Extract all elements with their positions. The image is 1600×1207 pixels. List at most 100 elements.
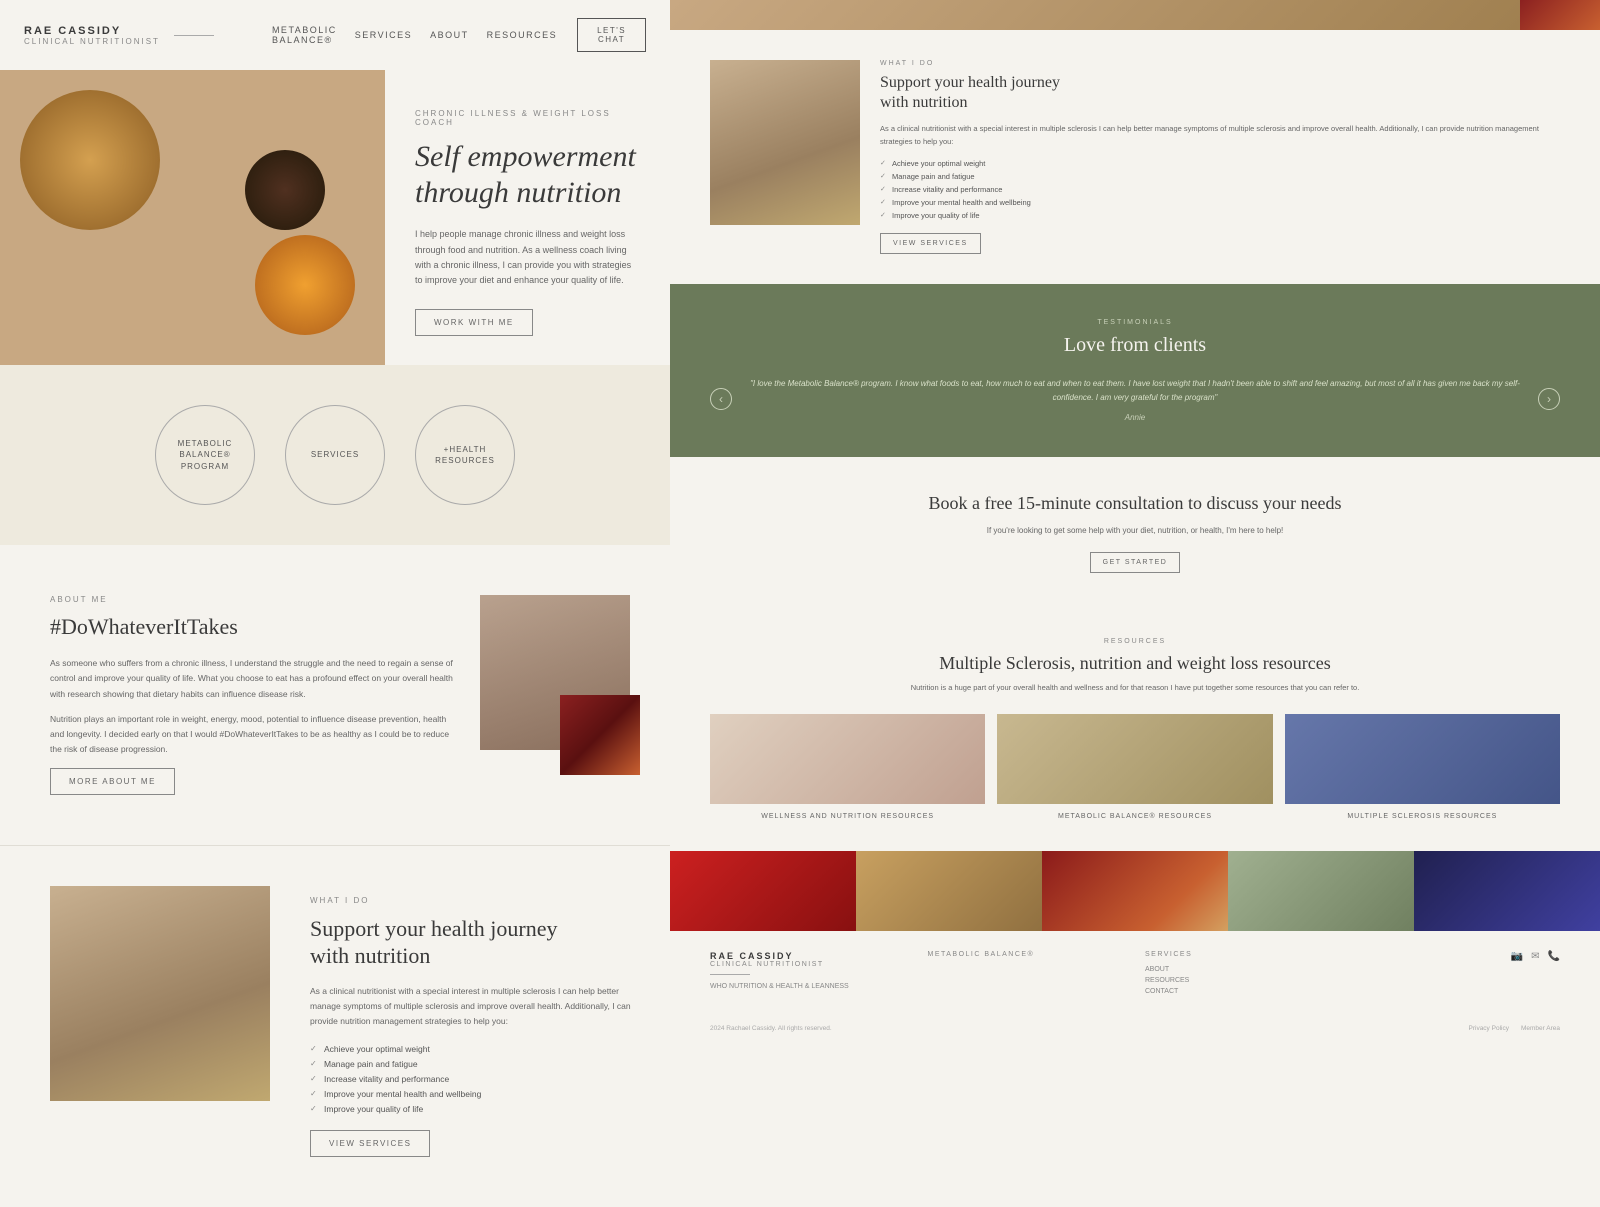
what-i-do-title: Support your health journeywith nutritio… <box>310 915 640 970</box>
copyright-text: 2024 Rachael Cassidy. All rights reserve… <box>710 1025 832 1032</box>
resource-image-3 <box>1285 714 1560 804</box>
circle-metabolic[interactable]: METABOLICBALANCE®PROGRAM <box>155 405 255 505</box>
footer-bottom: 2024 Rachael Cassidy. All rights reserve… <box>670 1019 1600 1042</box>
circle-metabolic-label: METABOLICBALANCE®PROGRAM <box>170 430 241 480</box>
circle-resources-label: +HEALTHRESOURCES <box>427 436 503 474</box>
right-what-i-do-section: WHAT I DO Support your health journeywit… <box>670 30 1600 284</box>
footer-tagline: WHO NUTRITION & HEALTH & LEANNESS <box>710 981 908 992</box>
footer-section: RAE CASSIDY CLINICAL NUTRITIONIST WHO NU… <box>670 931 1600 1019</box>
about-title: #DoWhateverItTakes <box>50 614 460 640</box>
instagram-icon[interactable]: 📷 <box>1511 951 1523 962</box>
photo-strip <box>670 851 1600 931</box>
resources-desc: Nutrition is a huge part of your overall… <box>710 682 1560 694</box>
right-list-item-5: Improve your quality of life <box>880 211 1560 220</box>
brand-logo: RAE CASSIDY CLINICAL NUTRITIONIST <box>24 25 222 46</box>
circle-services[interactable]: SERVICES <box>285 405 385 505</box>
footer-logo-name: RAE CASSIDY <box>710 951 908 961</box>
top-image-2 <box>1520 0 1600 30</box>
phone-icon[interactable]: 📞 <box>1548 951 1560 962</box>
right-list-item-4: Improve your mental health and wellbeing <box>880 198 1560 207</box>
what-i-do-list: Achieve your optimal weight Manage pain … <box>310 1044 640 1114</box>
resources-title: Multiple Sclerosis, nutrition and weight… <box>710 653 1560 674</box>
strip-image-3 <box>1042 851 1228 931</box>
about-text: ABOUT ME #DoWhateverItTakes As someone w… <box>50 595 460 795</box>
about-desc-1: As someone who suffers from a chronic il… <box>50 656 460 702</box>
footer-link-resources[interactable]: RESOURCES <box>1145 977 1343 984</box>
consultation-section: Book a free 15-minute consultation to di… <box>670 457 1600 607</box>
hero-title: Self empowerment through nutrition <box>415 139 640 211</box>
hero-text: CHRONIC ILLNESS & WEIGHT LOSS COACH Self… <box>385 70 670 365</box>
nav-divider <box>174 35 214 36</box>
food-decor-1 <box>20 90 160 230</box>
about-tag: ABOUT ME <box>50 595 460 604</box>
hero-cta-button[interactable]: WORK WITH ME <box>415 309 533 336</box>
footer-link-about[interactable]: ABOUT <box>1145 966 1343 973</box>
footer-social-icons: 📷 ✉ 📞 <box>1363 951 1561 962</box>
about-desc-2: Nutrition plays an important role in wei… <box>50 712 460 758</box>
strip-image-1 <box>670 851 856 931</box>
testimonial-author: Annie <box>742 413 1528 422</box>
circles-section: METABOLICBALANCE®PROGRAM SERVICES +HEALT… <box>0 365 670 545</box>
right-what-title: Support your health journeywith nutritio… <box>880 73 1560 113</box>
circle-resources[interactable]: +HEALTHRESOURCES <box>415 405 515 505</box>
right-list-item-3: Increase vitality and performance <box>880 185 1560 194</box>
nav-metabolic[interactable]: METABOLIC BALANCE® <box>272 25 337 45</box>
resource-card-3[interactable]: MULTIPLE SCLEROSIS RESOURCES <box>1285 714 1560 822</box>
testimonials-title: Love from clients <box>710 334 1560 357</box>
footer-metabolic-title: METABOLIC BALANCE® <box>928 951 1126 958</box>
food-bowl-image <box>0 70 385 365</box>
resource-card-1[interactable]: WELLNESS AND NUTRITION RESOURCES <box>710 714 985 822</box>
footer-social-col: 📷 ✉ 📞 <box>1363 951 1561 999</box>
hero-image <box>0 70 385 365</box>
email-icon[interactable]: ✉ <box>1531 951 1539 962</box>
what-i-do-tag: WHAT I DO <box>310 896 640 905</box>
nav-services[interactable]: SERVICES <box>355 30 412 40</box>
what-i-do-cta-button[interactable]: VIEW SERVICES <box>310 1130 430 1157</box>
member-area-link[interactable]: Member Area <box>1521 1025 1560 1032</box>
footer-policy-links: Privacy Policy Member Area <box>1469 1025 1561 1032</box>
food-decor-3 <box>255 235 355 335</box>
consultation-title: Book a free 15-minute consultation to di… <box>710 492 1560 515</box>
right-what-tag: WHAT I DO <box>880 60 1560 67</box>
footer-link-contact[interactable]: CONTACT <box>1145 988 1343 995</box>
what-i-do-desc: As a clinical nutritionist with a specia… <box>310 984 640 1030</box>
resource-label-1: WELLNESS AND NUTRITION RESOURCES <box>710 812 985 822</box>
top-image-1 <box>670 0 1520 30</box>
testimonials-tag: TESTIMONIALS <box>710 319 1560 326</box>
footer-brand-col: RAE CASSIDY CLINICAL NUTRITIONIST WHO NU… <box>710 951 908 999</box>
footer-services-col: SERVICES ABOUT RESOURCES CONTACT <box>1145 951 1343 999</box>
about-cta-button[interactable]: MORE ABOUT ME <box>50 768 175 795</box>
brand-subtitle: CLINICAL NUTRITIONIST <box>24 37 160 46</box>
right-list-item-2: Manage pain and fatigue <box>880 172 1560 181</box>
resources-section: RESOURCES Multiple Sclerosis, nutrition … <box>670 608 1600 852</box>
hero-section: CHRONIC ILLNESS & WEIGHT LOSS COACH Self… <box>0 70 670 365</box>
testimonial-prev-button[interactable]: ‹ <box>710 388 732 410</box>
list-item-5: Improve your quality of life <box>310 1104 640 1114</box>
resource-label-3: MULTIPLE SCLEROSIS RESOURCES <box>1285 812 1560 822</box>
resource-image-2 <box>997 714 1272 804</box>
strip-image-5 <box>1414 851 1600 931</box>
footer-services-title: SERVICES <box>1145 951 1343 958</box>
right-what-i-do-text: WHAT I DO Support your health journeywit… <box>880 60 1560 254</box>
footer-metabolic-col: METABOLIC BALANCE® <box>928 951 1126 999</box>
about-figs-image <box>560 695 640 775</box>
right-list-item-1: Achieve your optimal weight <box>880 159 1560 168</box>
hero-description: I help people manage chronic illness and… <box>415 227 640 288</box>
testimonial-text: "I love the Metabolic Balance® program. … <box>742 377 1528 423</box>
strip-image-4 <box>1228 851 1414 931</box>
right-what-cta-button[interactable]: VIEW SERVICES <box>880 233 981 254</box>
nav-resources[interactable]: RESOURCES <box>487 30 558 40</box>
testimonial-next-button[interactable]: › <box>1538 388 1560 410</box>
list-item-1: Achieve your optimal weight <box>310 1044 640 1054</box>
consultation-cta-button[interactable]: GET STARTED <box>1090 552 1181 573</box>
privacy-policy-link[interactable]: Privacy Policy <box>1469 1025 1509 1032</box>
list-item-3: Increase vitality and performance <box>310 1074 640 1084</box>
resource-image-1 <box>710 714 985 804</box>
about-section: ABOUT ME #DoWhateverItTakes As someone w… <box>0 545 670 845</box>
nav-cta-button[interactable]: LET'S CHAT <box>577 18 646 52</box>
what-i-do-text: WHAT I DO Support your health journeywit… <box>290 886 640 1157</box>
right-what-desc: As a clinical nutritionist with a specia… <box>880 123 1560 149</box>
nav-about[interactable]: ABOUT <box>430 30 469 40</box>
food-decor-2 <box>245 150 325 230</box>
resource-card-2[interactable]: METABOLIC BALANCE® RESOURCES <box>997 714 1272 822</box>
